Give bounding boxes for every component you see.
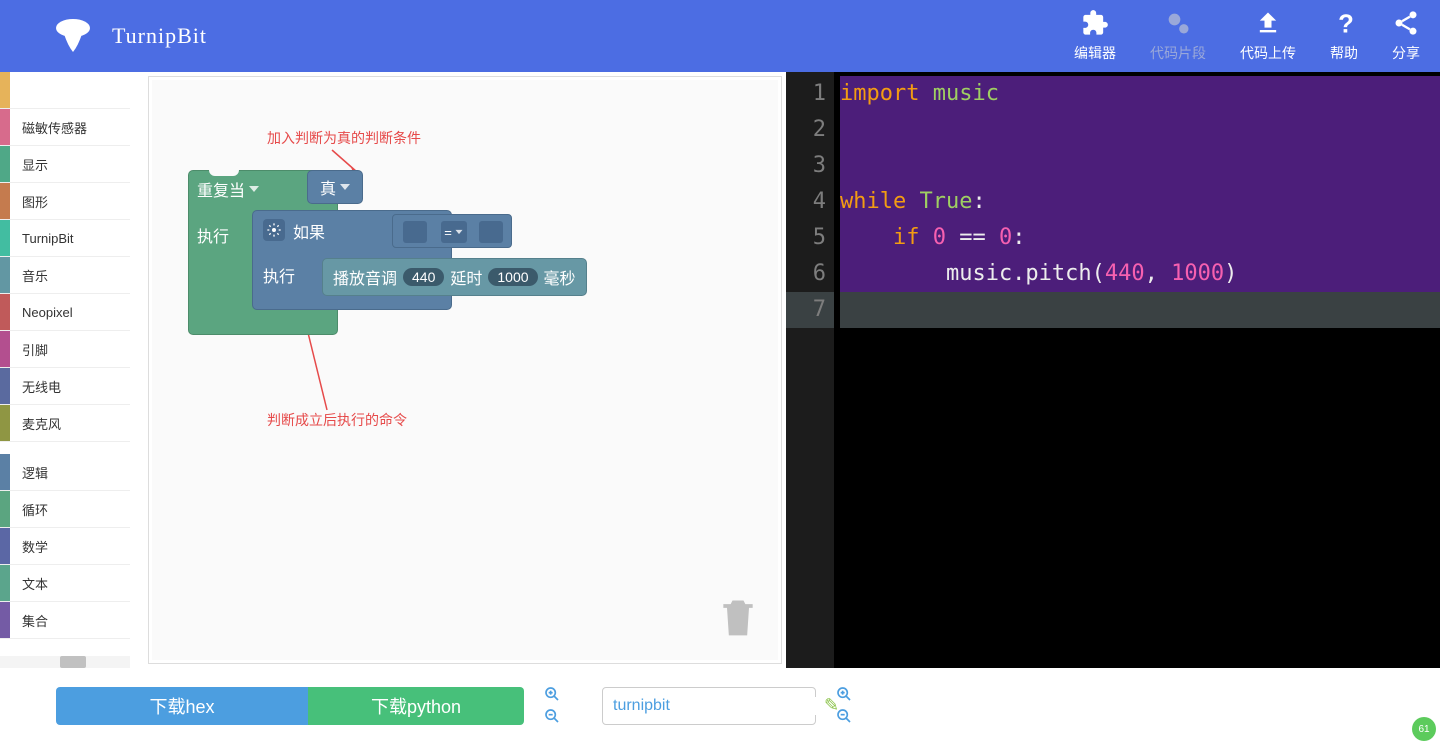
logo-area: TurnipBit xyxy=(50,16,207,56)
annotation-top: 加入判断为真的判断条件 xyxy=(267,128,421,148)
block-compare[interactable]: = xyxy=(392,214,512,248)
zoom-out-icon-2[interactable] xyxy=(836,708,854,726)
sidebar-item-neopixel[interactable]: Neopixel xyxy=(0,294,130,331)
puzzle-icon xyxy=(1081,9,1109,37)
sidebar-item-math[interactable]: 数学 xyxy=(0,528,130,565)
annotation-bottom: 判断成立后执行的命令 xyxy=(267,410,407,430)
filename-field[interactable]: ✎ xyxy=(602,687,816,725)
compare-slot-right[interactable] xyxy=(479,221,503,243)
help-icon: ? xyxy=(1330,9,1358,37)
sidebar-item-shape[interactable]: 图形 xyxy=(0,183,130,220)
sidebar-item-loop[interactable]: 循环 xyxy=(0,491,130,528)
gear-icon[interactable] xyxy=(263,219,285,241)
notification-badge[interactable]: 61 xyxy=(1412,717,1436,741)
upload-icon xyxy=(1254,9,1282,37)
svg-text:?: ? xyxy=(1338,10,1354,37)
filename-input[interactable] xyxy=(613,697,820,715)
sidebar-item-text[interactable]: 文本 xyxy=(0,565,130,602)
nav-label: 代码片段 xyxy=(1150,43,1206,63)
sidebar-item-display[interactable]: 显示 xyxy=(0,146,130,183)
sidebar-item-magnetic[interactable]: 磁敏传感器 xyxy=(0,109,130,146)
zoom-out-icon[interactable] xyxy=(544,708,562,726)
app-header: TurnipBit 编辑器 代码片段 代码上传 ? 帮助 分享 xyxy=(0,0,1440,72)
compare-slot-left[interactable] xyxy=(403,221,427,243)
code-editor[interactable]: import music while True: if 0 == 0: musi… xyxy=(834,72,1440,668)
nav-editor[interactable]: 编辑器 xyxy=(1074,9,1116,63)
footer: 下载hex 下载python ✎ xyxy=(0,668,1440,743)
sidebar-scrollbar[interactable] xyxy=(0,656,130,668)
nav-label: 分享 xyxy=(1392,43,1420,63)
sidebar-item-logic[interactable]: 逻辑 xyxy=(0,454,130,491)
pitch-delay-input[interactable]: 1000 xyxy=(488,268,537,286)
app-title: TurnipBit xyxy=(112,23,207,49)
download-hex-button[interactable]: 下载hex xyxy=(56,687,308,725)
nav-label: 代码上传 xyxy=(1240,43,1296,63)
sidebar-item-set[interactable]: 集合 xyxy=(0,602,130,639)
sidebar-item-music[interactable]: 音乐 xyxy=(0,257,130,294)
logo-icon xyxy=(50,16,96,56)
zoom-in-icon[interactable] xyxy=(544,686,562,704)
zoom-in-icon-2[interactable] xyxy=(836,686,854,704)
header-nav: 编辑器 代码片段 代码上传 ? 帮助 分享 xyxy=(1074,9,1420,63)
sidebar-item-pins[interactable]: 引脚 xyxy=(0,331,130,368)
nav-upload[interactable]: 代码上传 xyxy=(1240,9,1296,63)
category-sidebar: 磁敏传感器 显示 图形 TurnipBit 音乐 Neopixel 引脚 无线电… xyxy=(0,72,130,668)
main-area: 磁敏传感器 显示 图形 TurnipBit 音乐 Neopixel 引脚 无线电… xyxy=(0,72,1440,668)
nav-label: 帮助 xyxy=(1330,43,1358,63)
share-icon xyxy=(1392,9,1420,37)
code-gutter: 1 2 3 4 5 6 7 xyxy=(786,72,834,668)
blockly-workspace[interactable]: 加入判断为真的判断条件 判断成立后执行的命令 重复当 执行 真 如果 执行 xyxy=(148,76,782,664)
gears-icon xyxy=(1164,9,1192,37)
sidebar-item-mic[interactable]: 麦克风 xyxy=(0,405,130,442)
nav-help[interactable]: ? 帮助 xyxy=(1330,9,1358,63)
sidebar-item[interactable] xyxy=(0,72,130,109)
pitch-freq-input[interactable]: 440 xyxy=(403,268,444,286)
code-panel: 1 2 3 4 5 6 7 import music while True: i… xyxy=(786,72,1440,668)
sidebar-item-turnipbit[interactable]: TurnipBit xyxy=(0,220,130,257)
download-python-button[interactable]: 下载python xyxy=(308,687,524,725)
nav-share[interactable]: 分享 xyxy=(1392,9,1420,63)
trash-icon[interactable] xyxy=(716,592,760,642)
nav-label: 编辑器 xyxy=(1074,43,1116,63)
block-true-value[interactable]: 真 xyxy=(307,170,363,204)
block-music-pitch[interactable]: 播放音调 440 延时 1000 毫秒 xyxy=(322,258,587,296)
sidebar-item-radio[interactable]: 无线电 xyxy=(0,368,130,405)
compare-operator[interactable]: = xyxy=(441,221,467,243)
nav-snippets[interactable]: 代码片段 xyxy=(1150,9,1206,63)
